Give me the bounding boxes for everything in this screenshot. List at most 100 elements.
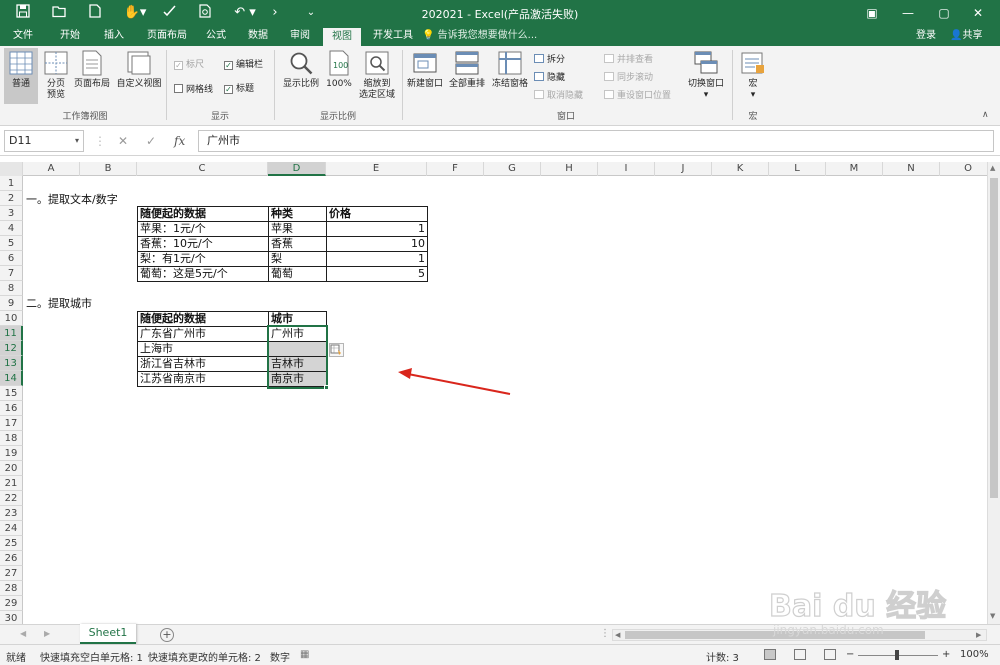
row-header[interactable]: 19 [0,446,23,461]
vertical-scrollbar[interactable]: ▲ ▼ [987,162,1000,624]
row-header[interactable]: 9 [0,296,23,311]
table1-cell[interactable]: 1 [327,221,427,236]
formula-bar-checkbox[interactable]: ✓ 编辑栏 [224,60,263,71]
row-header[interactable]: 4 [0,221,23,236]
flash-fill-options-icon[interactable] [329,343,344,357]
vertical-scroll-thumb[interactable] [990,178,998,498]
ribbon-display-options-icon[interactable]: ▣ [862,3,882,23]
zoom-in-icon[interactable]: + [942,649,950,660]
share-button[interactable]: 👤共享 [950,26,982,46]
insert-function-icon[interactable]: fx [174,133,185,149]
row-header[interactable]: 22 [0,491,23,506]
row-header[interactable]: 3 [0,206,23,221]
page-break-view-icon[interactable] [824,649,836,660]
column-header[interactable]: G [484,162,541,176]
table1-cell[interactable]: 1 [327,251,427,266]
row-header[interactable]: 23 [0,506,23,521]
table1-cell[interactable]: 5 [327,266,427,281]
table1-cell[interactable]: 梨：有1元/个 [138,251,268,266]
custom-views-button[interactable]: 自定义视图 [114,50,164,90]
new-window-button[interactable]: 新建窗口 [404,50,446,90]
unhide-button[interactable]: 取消隐藏 [534,90,583,102]
row-header[interactable]: 25 [0,536,23,551]
row-header[interactable]: 7 [0,266,23,281]
row-header[interactable]: 10 [0,311,23,326]
column-header[interactable]: J [655,162,712,176]
sheet-tab-sheet1[interactable]: Sheet1 [80,624,136,644]
page-layout-view-icon[interactable] [794,649,806,660]
table2-cell[interactable]: 江苏省南京市 [138,371,268,386]
tab-data[interactable]: 数据 [240,26,276,46]
selection-range[interactable] [267,325,328,389]
tab-formulas[interactable]: 公式 [198,26,234,46]
row-header[interactable]: 20 [0,461,23,476]
column-header-selected[interactable]: D [268,162,326,176]
zoom-out-icon[interactable]: − [846,649,854,660]
row-header[interactable]: 17 [0,416,23,431]
row-header-selected[interactable]: 11 [0,326,23,341]
row-header[interactable]: 28 [0,581,23,596]
table1-cell[interactable]: 苹果 [269,221,326,236]
table1-header-type[interactable]: 种类 [269,206,326,221]
table1-header-data[interactable]: 随便起的数据 [138,206,268,221]
column-header[interactable]: F [427,162,484,176]
macros-button[interactable]: 宏 ▾ [738,50,768,101]
ruler-checkbox[interactable]: ✓ 标尺 [174,60,204,71]
switch-windows-button[interactable]: 切换窗口 ▾ [684,50,728,101]
column-header[interactable]: B [80,162,137,176]
section2-title[interactable]: 二。提取城市 [24,296,92,311]
table1-cell[interactable]: 香蕉 [269,236,326,251]
row-header[interactable]: 30 [0,611,23,624]
row-header[interactable]: 27 [0,566,23,581]
table1-cell[interactable]: 苹果：1元/个 [138,221,268,236]
row-header[interactable]: 18 [0,431,23,446]
close-icon[interactable]: ✕ [968,3,988,23]
column-header[interactable]: H [541,162,598,176]
reset-window-position-button[interactable]: 重设窗口位置 [604,90,671,102]
column-header[interactable]: C [137,162,268,176]
row-header-selected[interactable]: 12 [0,341,23,356]
row-header[interactable]: 21 [0,476,23,491]
minimize-icon[interactable]: — [898,3,918,23]
confirm-entry-icon[interactable]: ✓ [146,133,156,149]
tell-me-search[interactable]: 💡 告诉我您想要做什么... [422,26,537,46]
zoom-to-selection-button[interactable]: 缩放到 选定区域 [356,50,398,101]
formula-input[interactable]: 广州市 [198,130,994,152]
tab-insert[interactable]: 插入 [96,26,132,46]
column-header[interactable]: M [826,162,883,176]
row-header[interactable]: 2 [0,191,23,206]
headings-checkbox[interactable]: ✓ 标题 [224,84,254,95]
fill-handle[interactable] [324,385,329,390]
page-layout-button[interactable]: 页面布局 [72,50,112,90]
column-header[interactable]: L [769,162,826,176]
prev-sheet-icon[interactable]: ◀ [20,629,26,638]
add-sheet-icon[interactable]: + [160,628,174,642]
row-header[interactable]: 5 [0,236,23,251]
scroll-left-icon[interactable]: ◀ [615,631,620,639]
row-header-selected[interactable]: 13 [0,356,23,371]
select-all-corner[interactable] [0,162,23,176]
tab-home[interactable]: 开始 [52,26,88,46]
table2-header-data[interactable]: 随便起的数据 [138,311,268,326]
row-header[interactable]: 26 [0,551,23,566]
next-sheet-icon[interactable]: ▶ [44,629,50,638]
maximize-icon[interactable]: ▢ [934,3,954,23]
zoom-button[interactable]: 显示比例 [280,50,322,90]
row-header[interactable]: 1 [0,176,23,191]
table1-cell[interactable]: 葡萄：这是5元/个 [138,266,268,281]
tab-developer[interactable]: 开发工具 [366,26,420,46]
worksheet-grid[interactable]: A B C D E F G H I J K L M N O 1234567891… [0,162,987,624]
row-header-selected[interactable]: 14 [0,371,23,386]
table1-cell[interactable]: 葡萄 [269,266,326,281]
zoom-level[interactable]: 100% [960,649,989,660]
table1-cell[interactable]: 10 [327,236,427,251]
zoom-100-button[interactable]: 100 100% [324,50,354,90]
tab-page-layout[interactable]: 页面布局 [140,26,194,46]
tab-file[interactable]: 文件 [6,26,40,46]
column-header[interactable]: O [940,162,987,176]
table2-cell[interactable]: 上海市 [138,341,268,356]
collapse-ribbon-icon[interactable]: ∧ [982,110,989,120]
view-side-by-side-button[interactable]: 并排查看 [604,54,653,66]
table2-header-city[interactable]: 城市 [269,311,326,326]
split-button[interactable]: 拆分 [534,54,565,66]
